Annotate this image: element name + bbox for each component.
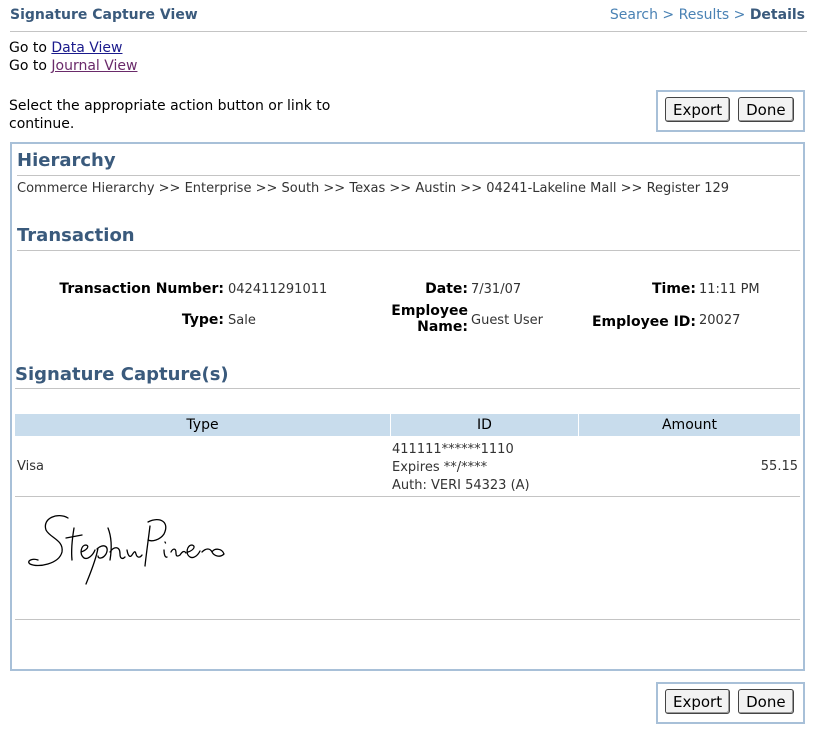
column-header-amount: Amount — [661, 417, 717, 433]
card-number: 411111******1110 — [392, 442, 514, 457]
export-button[interactable]: Export — [665, 689, 731, 714]
hierarchy-divider — [17, 175, 800, 176]
breadcrumb: Search > Results > Details — [610, 7, 805, 23]
auth-code: Auth: VERI 54323 (A) — [392, 478, 530, 493]
header-divider — [10, 31, 807, 32]
captures-table-header: Type ID Amount — [15, 414, 800, 436]
breadcrumb-current: Details — [749, 7, 805, 23]
transaction-number-value: 042411291011 — [228, 282, 328, 297]
done-button[interactable]: Done — [738, 689, 794, 714]
hierarchy-path: Commerce Hierarchy >> Enterprise >> Sout… — [17, 181, 730, 196]
date-value: 7/31/07 — [471, 282, 522, 297]
employee-id-value: 20027 — [699, 313, 741, 328]
details-panel — [10, 142, 805, 671]
employee-name-value: Guest User — [471, 313, 543, 328]
export-button[interactable]: Export — [665, 97, 731, 122]
transaction-divider — [17, 250, 800, 251]
transaction-heading: Transaction — [17, 225, 135, 246]
goto-journal-view-line: Go to Journal View — [9, 57, 137, 75]
row-type: Visa — [17, 459, 44, 474]
bottom-action-buttons: Export Done — [656, 682, 805, 724]
goto-prefix: Go to — [9, 58, 52, 74]
employee-name-label: Employee Name: — [391, 303, 468, 335]
card-expiry: Expires **/**** — [392, 460, 488, 475]
top-action-buttons: Export Done — [656, 90, 805, 132]
page-title: Signature Capture View — [10, 7, 198, 23]
breadcrumb-separator: > — [729, 7, 750, 23]
signature-divider — [15, 619, 800, 620]
signature-image — [28, 515, 225, 585]
signature-captures-heading: Signature Capture(s) — [15, 364, 229, 385]
date-label: Date: — [425, 281, 468, 297]
done-button[interactable]: Done — [738, 97, 794, 122]
row-amount: 55.15 — [760, 459, 798, 474]
column-header-id: ID — [391, 414, 579, 436]
type-label: Type: — [181, 312, 224, 328]
journal-view-link[interactable]: Journal View — [51, 58, 137, 74]
employee-id-label: Employee ID: — [591, 314, 696, 330]
breadcrumb-results-link[interactable]: Results — [679, 7, 730, 23]
hierarchy-heading: Hierarchy — [17, 150, 116, 171]
time-value: 11:11 PM — [699, 282, 760, 297]
breadcrumb-search-link[interactable]: Search — [610, 7, 658, 23]
instruction-text: Select the appropriate action button or … — [9, 98, 331, 132]
breadcrumb-separator: > — [657, 7, 679, 23]
column-header-type: Type — [15, 414, 391, 436]
row-divider — [15, 496, 800, 497]
goto-data-view-line: Go to Data View — [9, 39, 122, 57]
time-label: Time: — [651, 281, 696, 297]
goto-prefix: Go to — [9, 40, 52, 56]
captures-divider — [15, 388, 800, 389]
row-id: 411111******1110 Expires **/**** Auth: V… — [392, 441, 530, 495]
data-view-link[interactable]: Data View — [51, 40, 122, 56]
transaction-number-label: Transaction Number: — [59, 281, 224, 297]
type-value: Sale — [228, 313, 256, 328]
